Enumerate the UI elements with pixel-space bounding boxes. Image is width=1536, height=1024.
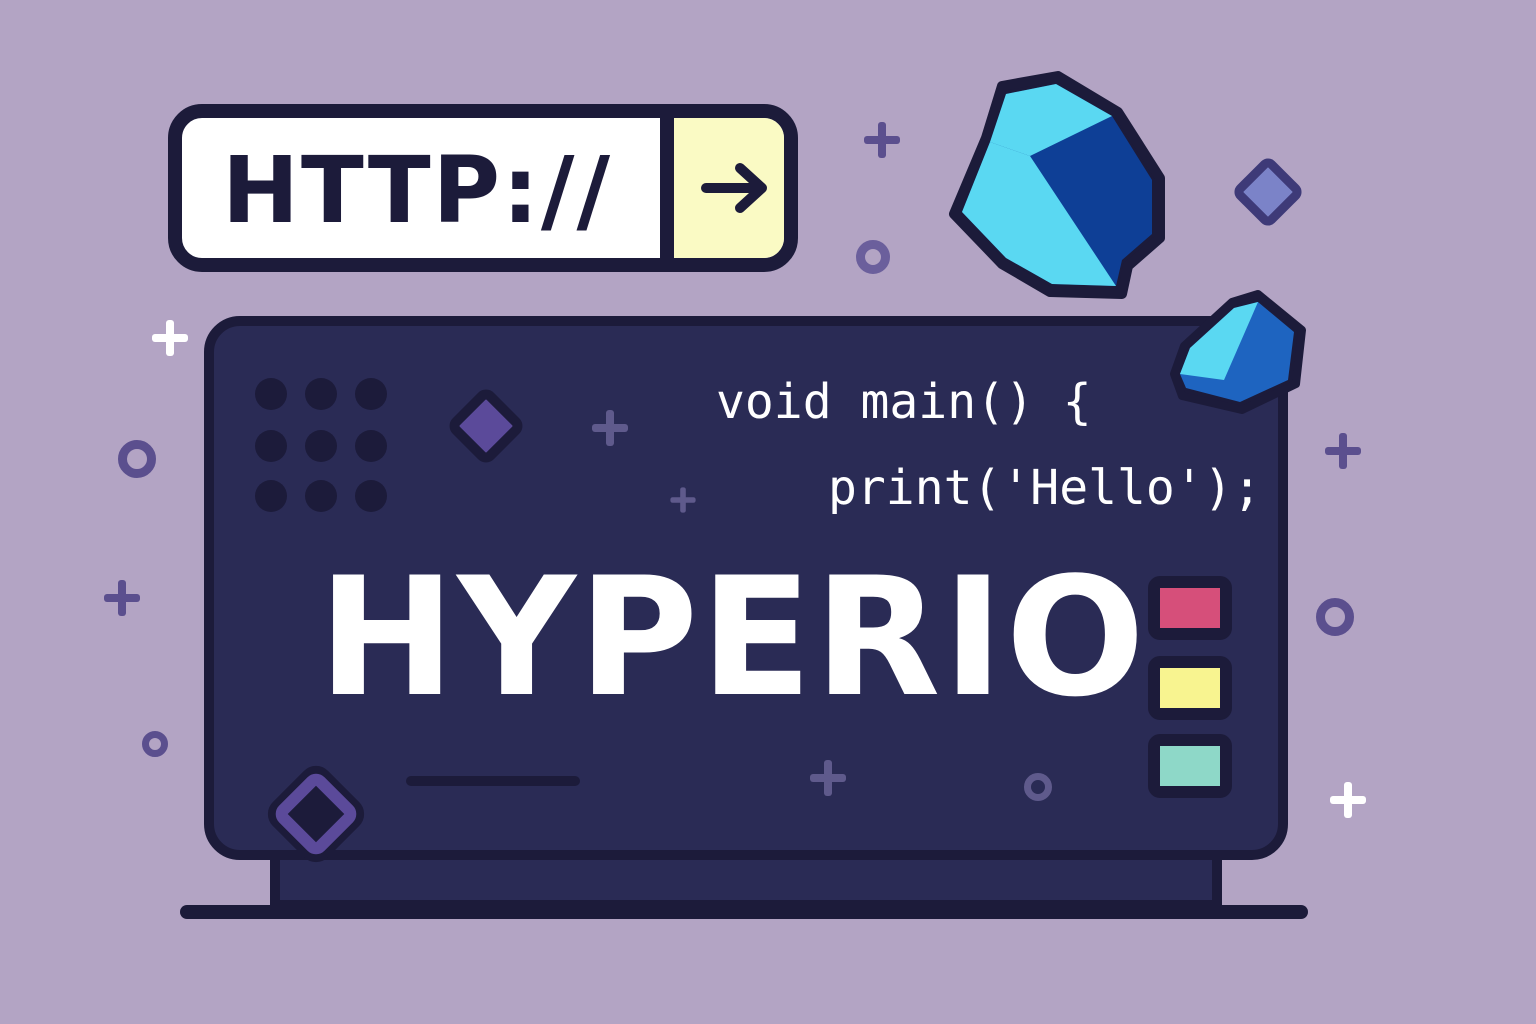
ring-icon (856, 240, 890, 274)
dot (355, 378, 387, 410)
diamond-outline-icon (267, 765, 365, 863)
dot (255, 430, 287, 462)
url-divider (660, 118, 674, 258)
ring-icon (1024, 773, 1052, 801)
dot (355, 480, 387, 512)
ring-icon (1316, 598, 1354, 636)
color-swatch-mint (1148, 734, 1232, 798)
dot (255, 480, 287, 512)
sparkle-plus-icon (592, 410, 628, 446)
code-line-2: print('Hello'); (828, 460, 1262, 516)
color-swatch-yellow (1148, 656, 1232, 720)
sparkle-plus-icon (670, 487, 696, 513)
brand-title: HYPERIO (318, 542, 1147, 733)
monitor-base (180, 905, 1308, 919)
go-button[interactable] (674, 118, 784, 258)
diamond-icon (1234, 158, 1302, 226)
sparkle-plus-icon (864, 122, 900, 158)
sparkle-plus-icon (104, 580, 140, 616)
url-text: HTTP:// (222, 137, 613, 244)
dot-grid (255, 378, 387, 512)
code-line-1: void main() { (716, 374, 1092, 430)
dot (305, 430, 337, 462)
sparkle-plus-icon (810, 760, 846, 796)
sparkle-plus-icon (1325, 433, 1361, 469)
gem-small-icon (1170, 290, 1306, 414)
dot (305, 378, 337, 410)
underline-bar (406, 776, 580, 786)
dot (355, 430, 387, 462)
dot (305, 480, 337, 512)
ring-icon (118, 440, 156, 478)
dot (255, 378, 287, 410)
url-bar: HTTP:// (168, 104, 798, 272)
diamond-icon (449, 389, 523, 463)
sparkle-plus-icon (1330, 782, 1366, 818)
arrow-right-icon (701, 163, 767, 213)
color-swatch-pink (1148, 576, 1232, 640)
ring-icon (142, 731, 168, 757)
gem-large-icon (949, 71, 1165, 299)
sparkle-plus-icon (152, 320, 188, 356)
